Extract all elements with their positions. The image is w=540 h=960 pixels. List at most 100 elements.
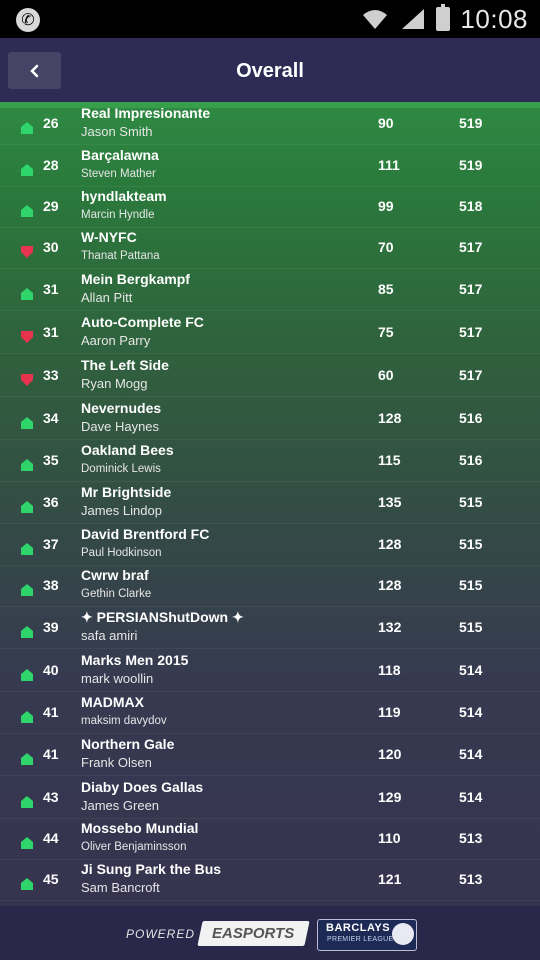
trend-down-icon [21, 246, 33, 258]
trend-down-icon [21, 374, 33, 386]
trend-up-icon [21, 584, 33, 596]
trend-up-icon [21, 288, 33, 300]
gameweek-points: 128 [378, 410, 402, 426]
table-row[interactable]: 33 The Left Side Ryan Mogg 60 517 [0, 354, 540, 397]
manager-name: Thanat Pattana [81, 250, 160, 262]
team-name: Marks Men 2015 [81, 652, 189, 668]
table-row[interactable]: 30 W-NYFC Thanat Pattana 70 517 [0, 226, 540, 269]
total-points: 514 [459, 746, 483, 762]
table-row[interactable]: 26 Real Impresionante Jason Smith 90 519 [0, 102, 540, 145]
table-row[interactable]: 28 Barçalawna Steven Mather 111 519 [0, 144, 540, 187]
team-name: The Left Side [81, 357, 169, 373]
gameweek-points: 129 [378, 789, 402, 805]
table-row[interactable]: 45 Ji Sung Park the Bus Sam Bancroft 121 513 [0, 858, 540, 901]
team-name: Auto-Complete FC [81, 314, 204, 330]
manager-name: Paul Hodkinson [81, 547, 162, 559]
team-name: Mr Brightside [81, 484, 172, 500]
total-points: 519 [459, 115, 483, 131]
gameweek-points: 111 [378, 157, 400, 173]
team-name: hyndlakteam [81, 188, 167, 204]
gameweek-points: 120 [378, 746, 402, 762]
team-name: Mossebo Mundial [81, 820, 199, 836]
manager-name: James Green [81, 798, 160, 813]
total-points: 515 [459, 619, 483, 635]
manager-name: maksim davydov [81, 715, 167, 727]
team-name: Ji Sung Park the Bus [81, 861, 222, 877]
gameweek-points: 115 [378, 452, 401, 468]
lion-icon [392, 923, 414, 945]
table-row[interactable]: 44 Mossebo Mundial Oliver Benjaminsson 110 5… [0, 817, 540, 860]
gameweek-points: 118 [378, 662, 401, 678]
rank-cell: 41 [43, 746, 59, 762]
rank-cell: 36 [43, 494, 59, 510]
manager-name: Steven Mather [81, 168, 156, 180]
manager-name: Jason Smith [81, 124, 153, 139]
rank-cell: 43 [43, 789, 59, 805]
table-row[interactable]: 41 MADMAX maksim davydov 119 514 [0, 691, 540, 734]
back-button[interactable] [8, 52, 61, 89]
trend-up-icon [21, 837, 33, 849]
table-row[interactable]: 43 Diaby Does Gallas James Green 129 514 [0, 776, 540, 819]
total-points: 515 [459, 577, 483, 593]
rank-cell: 34 [43, 410, 59, 426]
team-name: Barçalawna [81, 147, 159, 163]
trend-up-icon [21, 501, 33, 513]
rank-cell: 35 [43, 452, 59, 468]
manager-name: Dominick Lewis [81, 463, 161, 475]
team-name: Northern Gale [81, 736, 175, 752]
rank-cell: 26 [43, 115, 59, 131]
trend-up-icon [21, 543, 33, 555]
sponsor-line1: BARCLAYS [326, 922, 391, 934]
table-row[interactable]: 36 Mr Brightside James Lindop 135 515 [0, 481, 540, 524]
team-name: Oakland Bees [81, 442, 174, 458]
table-row[interactable]: 29 hyndlakteam Marcin Hyndle 99 518 [0, 185, 540, 228]
gameweek-points: 121 [378, 871, 402, 887]
manager-name: Gethin Clarke [81, 588, 152, 600]
table-row[interactable]: 41 Northern Gale Frank Olsen 120 514 [0, 733, 540, 776]
table-row[interactable]: 34 Nevernudes Dave Haynes 128 516 [0, 397, 540, 440]
gameweek-points: 119 [378, 704, 401, 720]
total-points: 517 [459, 367, 483, 383]
trend-up-icon [21, 459, 33, 471]
footer: POWERED BY EASPORTS BARCLAYS PREMIER LEA… [0, 906, 540, 960]
table-row[interactable]: 35 Oakland Bees Dominick Lewis 115 516 [0, 439, 540, 482]
manager-name: Allan Pitt [81, 290, 133, 305]
status-bar: ✆ 10:08 [0, 0, 540, 38]
total-points: 516 [459, 410, 483, 426]
barclays-premier-league-logo: BARCLAYS PREMIER LEAGUE [317, 919, 417, 951]
trend-up-icon [21, 417, 33, 429]
phone-call-icon: ✆ [16, 8, 40, 32]
trend-up-icon [21, 878, 33, 890]
table-row[interactable]: 37 David Brentford FC Paul Hodkinson 128 515 [0, 523, 540, 566]
table-row[interactable]: 39 ✦ PERSIANShutDown ✦ safa amiri 132 515 [0, 606, 540, 649]
table-row[interactable]: 31 Auto-Complete FC Aaron Parry 75 517 [0, 311, 540, 354]
manager-name: Sam Bancroft [81, 880, 160, 895]
total-points: 518 [459, 198, 483, 214]
ea-sports-logo-text: EASPORTS [212, 925, 295, 942]
clock: 10:08 [460, 3, 528, 34]
total-points: 513 [459, 871, 483, 887]
total-points: 517 [459, 324, 483, 340]
total-points: 517 [459, 281, 483, 297]
status-icons: 10:08 [360, 3, 528, 35]
table-row[interactable]: 40 Marks Men 2015 mark woollin 118 514 [0, 649, 540, 692]
rank-cell: 40 [43, 662, 59, 678]
table-row[interactable]: 31 Mein Bergkampf Allan Pitt 85 517 [0, 268, 540, 311]
total-points: 514 [459, 662, 483, 678]
team-name: Cwrw braf [81, 567, 149, 583]
gameweek-points: 99 [378, 198, 394, 214]
gameweek-points: 75 [378, 324, 394, 340]
standings-table[interactable]: 26 Real Impresionante Jason Smith 90 519 28 Ba… [0, 102, 540, 906]
rank-cell: 29 [43, 198, 59, 214]
team-name: Nevernudes [81, 400, 162, 416]
rank-cell: 41 [43, 704, 59, 720]
team-name: Mein Bergkampf [81, 271, 190, 287]
table-row[interactable]: 38 Cwrw braf Gethin Clarke 128 515 [0, 564, 540, 607]
gameweek-points: 85 [378, 281, 394, 297]
ea-sports-logo: EASPORTS [197, 921, 310, 946]
trend-up-icon [21, 796, 33, 808]
manager-name: Dave Haynes [81, 419, 160, 434]
manager-name: Frank Olsen [81, 755, 152, 770]
wifi-icon [363, 10, 388, 29]
gameweek-points: 90 [378, 115, 394, 131]
